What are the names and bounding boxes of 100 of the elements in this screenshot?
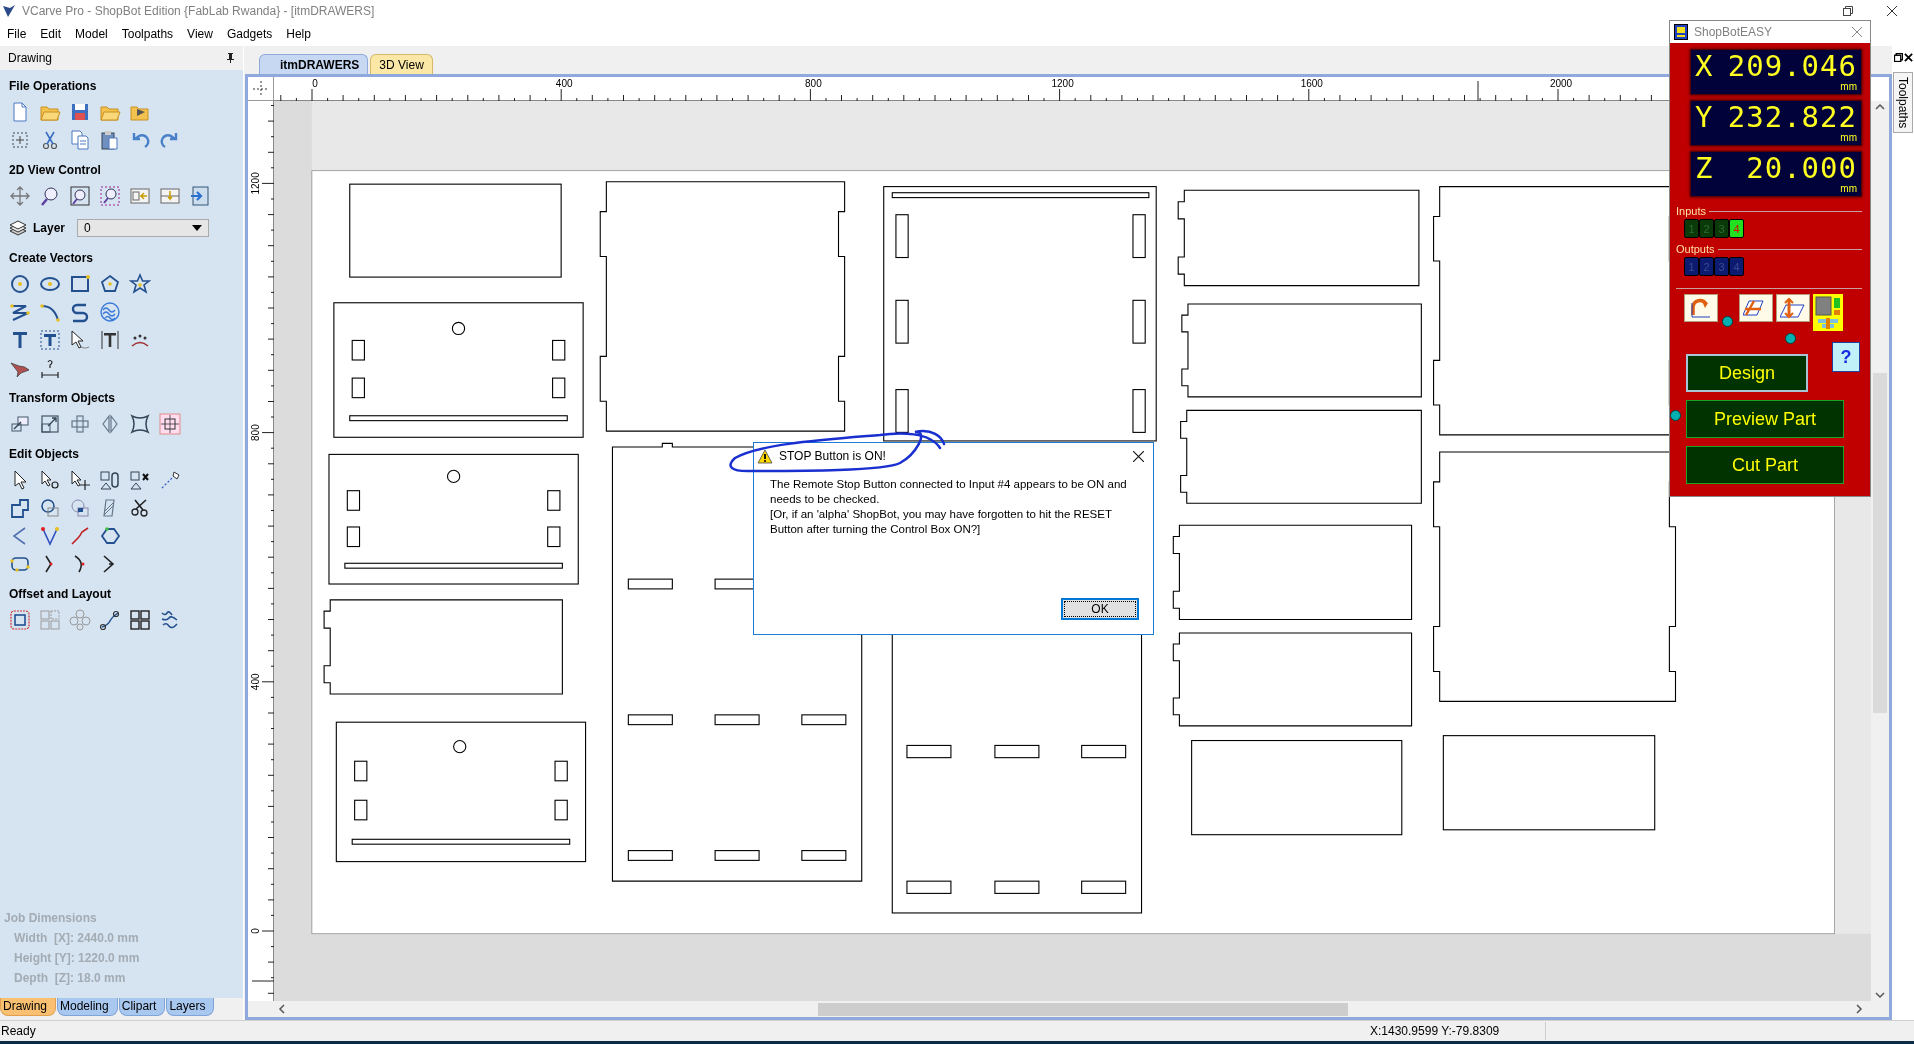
help-button[interactable]: ? bbox=[1832, 342, 1860, 372]
menu-item[interactable]: Edit bbox=[33, 27, 69, 41]
axis-value: 209.046 bbox=[1726, 49, 1857, 83]
trim-icon[interactable] bbox=[129, 497, 151, 519]
layer-dropdown[interactable]: 0 bbox=[77, 219, 210, 237]
panel-tab[interactable]: Clipart bbox=[118, 998, 166, 1016]
xy-jog-button[interactable] bbox=[1739, 294, 1773, 322]
grid-icon[interactable] bbox=[129, 609, 151, 631]
copy-icon[interactable] bbox=[69, 129, 91, 151]
panel-tab[interactable]: Modeling bbox=[57, 998, 118, 1016]
float-panel-icon[interactable] bbox=[1893, 52, 1903, 62]
text-box-icon[interactable] bbox=[39, 329, 61, 351]
close-icon[interactable] bbox=[1132, 450, 1144, 462]
zoom-selection-icon[interactable] bbox=[99, 185, 121, 207]
node-edit-icon[interactable] bbox=[39, 469, 61, 491]
circle-icon[interactable] bbox=[9, 273, 31, 295]
rectangle-icon[interactable] bbox=[69, 273, 91, 295]
scale-icon[interactable] bbox=[39, 413, 61, 435]
subtract-icon[interactable] bbox=[39, 497, 61, 519]
scroll-down-icon[interactable] bbox=[1874, 989, 1886, 1001]
ruler-label: 0 bbox=[312, 78, 318, 89]
window-title: VCarve Pro - ShopBot Edition {FabLab Rwanda} - [itmDRAWERS] bbox=[22, 4, 375, 18]
horizontal-scrollbar[interactable] bbox=[248, 1001, 1889, 1017]
group-icon[interactable] bbox=[99, 469, 121, 491]
pan-icon[interactable] bbox=[9, 185, 31, 207]
join-icon[interactable] bbox=[99, 525, 121, 547]
zoom-extents-icon[interactable] bbox=[69, 185, 91, 207]
vertical-scrollbar[interactable] bbox=[1871, 101, 1889, 1001]
measure-icon[interactable] bbox=[159, 469, 181, 491]
indicator-dot bbox=[1670, 410, 1681, 421]
section-title: Create Vectors bbox=[9, 250, 95, 266]
section-title: 2D View Control bbox=[9, 162, 102, 178]
action-button[interactable]: Cut Part bbox=[1686, 446, 1844, 484]
job-dimension-text: Width [X]: 2440.0 mm bbox=[14, 930, 140, 947]
menu-item[interactable]: Model bbox=[68, 27, 115, 41]
wave-icon[interactable] bbox=[99, 301, 121, 323]
ruler-label: 800 bbox=[250, 424, 261, 441]
ruler-label: 400 bbox=[555, 78, 573, 89]
z-jog-button[interactable] bbox=[1776, 294, 1810, 322]
center-icon[interactable] bbox=[159, 413, 181, 435]
curve-icon[interactable] bbox=[69, 301, 91, 323]
distort-icon[interactable] bbox=[129, 413, 151, 435]
pointer-move-icon[interactable] bbox=[69, 469, 91, 491]
ungroup-icon[interactable] bbox=[129, 469, 151, 491]
dimension-icon[interactable] bbox=[39, 357, 61, 379]
zero-origin-button[interactable] bbox=[1684, 294, 1718, 322]
unit-label: mm bbox=[1840, 184, 1857, 194]
paste-icon[interactable] bbox=[99, 129, 121, 151]
fillet-icon[interactable] bbox=[69, 525, 91, 547]
align-icon[interactable] bbox=[69, 413, 91, 435]
ruler-label: 400 bbox=[250, 673, 261, 691]
save-icon[interactable] bbox=[69, 101, 91, 123]
io-label: Inputs bbox=[1676, 205, 1706, 217]
path-copy-icon[interactable] bbox=[99, 609, 121, 631]
scroll-right-icon[interactable] bbox=[1853, 1003, 1865, 1015]
zoom-icon[interactable] bbox=[39, 185, 61, 207]
menu-item[interactable]: View bbox=[180, 27, 220, 41]
pin-icon[interactable] bbox=[226, 53, 235, 63]
document-tab[interactable]: itmDRAWERS bbox=[259, 54, 369, 74]
close-icon[interactable] bbox=[1887, 6, 1897, 16]
node-icon[interactable] bbox=[39, 525, 61, 547]
arc-icon[interactable] bbox=[39, 301, 61, 323]
text-fit-icon[interactable] bbox=[99, 329, 121, 351]
indicator-dot bbox=[1785, 333, 1796, 344]
panel-tab[interactable]: Layers bbox=[166, 998, 215, 1016]
polyline-icon[interactable] bbox=[9, 301, 31, 323]
close-icon[interactable] bbox=[1903, 52, 1913, 62]
app-logo-icon bbox=[1674, 24, 1688, 40]
menu-item[interactable]: File bbox=[0, 27, 34, 41]
polygon-icon[interactable] bbox=[99, 273, 121, 295]
side-tab[interactable]: Toolpaths bbox=[1893, 72, 1913, 134]
action-button[interactable]: Preview Part bbox=[1686, 400, 1844, 438]
document-tab[interactable]: 3D View bbox=[370, 54, 433, 74]
io-label: Outputs bbox=[1676, 243, 1715, 255]
section-title: File Operations bbox=[9, 78, 98, 94]
ok-button[interactable]: OK bbox=[1061, 598, 1139, 620]
action-button[interactable]: Design bbox=[1686, 354, 1808, 392]
menu-item[interactable]: Help bbox=[279, 27, 318, 41]
cursor-coordinates: X:1430.9599 Y:-79.8309 bbox=[1366, 1022, 1546, 1040]
menu-item[interactable]: Gadgets bbox=[219, 27, 280, 41]
job-dimension-text: Height [Y]: 1220.0 mm bbox=[14, 950, 141, 967]
move-icon[interactable] bbox=[9, 413, 31, 435]
panel-tab[interactable]: Drawing bbox=[0, 998, 56, 1016]
window-title: ShopBotEASY bbox=[1694, 25, 1773, 39]
offset-icon[interactable] bbox=[9, 609, 31, 631]
axis-label: X bbox=[1695, 49, 1714, 83]
layers-icon bbox=[9, 219, 27, 237]
job-dimensions-title: Job Dimensions bbox=[4, 910, 98, 927]
origin-crosshair-icon bbox=[252, 80, 269, 97]
ruler-label: 800 bbox=[805, 78, 822, 89]
keypad-icon[interactable] bbox=[1813, 294, 1843, 331]
intersect-icon[interactable] bbox=[69, 497, 91, 519]
nest-icon[interactable] bbox=[159, 609, 181, 631]
menu-item[interactable]: Toolpaths bbox=[114, 27, 181, 41]
restore-icon[interactable] bbox=[1843, 6, 1853, 16]
unit-label: mm bbox=[1840, 133, 1857, 143]
star-icon[interactable] bbox=[129, 273, 151, 295]
scroll-left-icon[interactable] bbox=[276, 1003, 288, 1015]
text-select-icon[interactable] bbox=[69, 329, 91, 351]
weld-icon[interactable] bbox=[9, 497, 31, 519]
